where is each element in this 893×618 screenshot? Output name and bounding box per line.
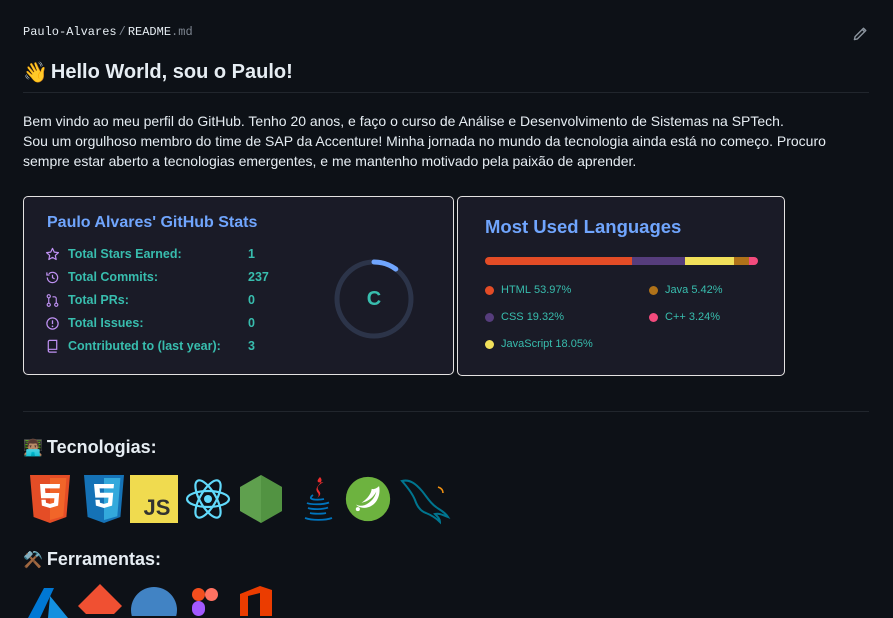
language-css: CSS 19.32% <box>485 311 564 323</box>
pencil-icon <box>853 27 867 41</box>
react-icon[interactable] <box>184 473 232 525</box>
pull-request-icon <box>46 293 59 307</box>
intro-text: Bem vindo ao meu perfil do GitHub. Tenho… <box>23 111 869 171</box>
hammer-pick-emoji: ⚒️ <box>23 551 43 569</box>
page-title-text: Hello World, sou o Paulo! <box>50 61 293 83</box>
rank-letter: C <box>366 287 382 310</box>
language-percent: 5.42% <box>691 284 723 296</box>
stat-row-contributed: Contributed to (last year): <box>45 337 221 355</box>
stat-label: Contributed to (last year): <box>68 339 221 353</box>
title-divider <box>23 92 869 93</box>
language-bar-segment <box>734 257 750 265</box>
language-name: C++ <box>665 311 686 323</box>
most-used-languages-card[interactable]: Most Used Languages HTML 53.97% CSS 19.3… <box>457 196 785 376</box>
stat-label: Total Commits: <box>68 270 159 284</box>
svg-text:JS: JS <box>144 495 171 520</box>
stat-row-issues: Total Issues: <box>45 314 143 332</box>
azure-icon[interactable] <box>28 588 68 618</box>
stat-value-prs: 0 <box>248 293 255 307</box>
ferramentas-heading: ⚒️ Ferramentas: <box>23 549 161 570</box>
stat-value-commits: 237 <box>248 270 269 284</box>
language-percent: 53.97% <box>534 284 572 296</box>
language-percent: 3.24% <box>688 311 721 323</box>
breadcrumb-separator: / <box>118 25 126 39</box>
github-icon[interactable] <box>130 586 178 616</box>
breadcrumb-file-name: README <box>127 25 172 39</box>
stat-value-issues: 0 <box>248 316 255 330</box>
language-percent: 19.32% <box>526 311 564 323</box>
stat-row-prs: Total PRs: <box>45 291 129 309</box>
language-html: HTML 53.97% <box>485 284 571 296</box>
languages-progress-bar <box>485 257 758 265</box>
stat-value-stars: 1 <box>248 247 255 261</box>
intro-line-1: Bem vindo ao meu perfil do GitHub. Tenho… <box>23 113 784 129</box>
language-name: CSS <box>501 311 524 323</box>
languages-card-title: Most Used Languages <box>485 216 682 237</box>
breadcrumb-file-ext: .md <box>171 25 193 39</box>
stat-value-contributed: 3 <box>248 339 255 353</box>
ferramentas-heading-text: Ferramentas: <box>46 549 161 569</box>
breadcrumb-owner[interactable]: Paulo-Alvares <box>23 25 117 39</box>
language-name: HTML <box>501 284 531 296</box>
language-bar-segment <box>685 257 735 265</box>
language-javascript: JavaScript 18.05% <box>485 338 593 350</box>
java-icon[interactable] <box>294 473 342 525</box>
language-name: JavaScript <box>501 338 553 350</box>
language-color-dot <box>485 339 494 349</box>
language-color-dot <box>649 312 658 322</box>
waving-hand-emoji: 👋 <box>23 62 48 84</box>
language-percent: 18.05% <box>555 338 593 350</box>
history-icon <box>46 271 59 283</box>
html5-icon[interactable] <box>26 473 74 525</box>
git-icon[interactable] <box>78 584 122 614</box>
page-title: 👋 Hello World, sou o Paulo! <box>23 60 293 85</box>
language-cpp: C++ 3.24% <box>649 311 720 323</box>
github-stats-card[interactable]: Paulo Alvares' GitHub Stats Total Stars … <box>23 196 454 375</box>
figma-icon[interactable] <box>190 586 220 616</box>
tecnologias-heading-text: Tecnologias: <box>46 437 157 457</box>
css3-icon[interactable] <box>80 473 128 525</box>
technologist-emoji: 👨🏽‍💻 <box>23 439 43 457</box>
rank-circle: C <box>333 258 415 340</box>
star-icon <box>45 247 60 260</box>
language-bar-segment <box>632 257 686 265</box>
language-color-dot <box>485 285 494 295</box>
language-java: Java 5.42% <box>649 284 723 296</box>
stat-label: Total PRs: <box>68 293 129 307</box>
language-name: Java <box>665 284 689 296</box>
breadcrumb: Paulo-Alvares / README.md <box>23 25 193 39</box>
issue-icon <box>46 316 59 330</box>
section-divider <box>23 411 869 412</box>
mysql-icon[interactable] <box>398 473 452 525</box>
language-bar-segment <box>485 257 633 265</box>
stats-card-title: Paulo Alvares' GitHub Stats <box>47 214 258 231</box>
edit-file-button[interactable] <box>848 22 872 46</box>
intro-line-2: Sou um orgulhoso membro do time de SAP d… <box>23 133 826 169</box>
stat-row-stars: Total Stars Earned: <box>45 245 182 263</box>
stat-label: Total Issues: <box>68 316 144 330</box>
nodejs-icon[interactable] <box>237 473 285 525</box>
office-icon[interactable] <box>236 586 276 616</box>
javascript-icon[interactable]: JS <box>130 473 178 525</box>
spring-icon[interactable] <box>344 473 392 525</box>
language-color-dot <box>649 285 658 295</box>
tecnologias-heading: 👨🏽‍💻 Tecnologias: <box>23 437 157 458</box>
repo-icon <box>47 339 58 353</box>
stat-label: Total Stars Earned: <box>68 247 182 261</box>
language-bar-segment <box>749 257 758 265</box>
language-color-dot <box>485 312 494 322</box>
stat-row-commits: Total Commits: <box>45 268 158 286</box>
